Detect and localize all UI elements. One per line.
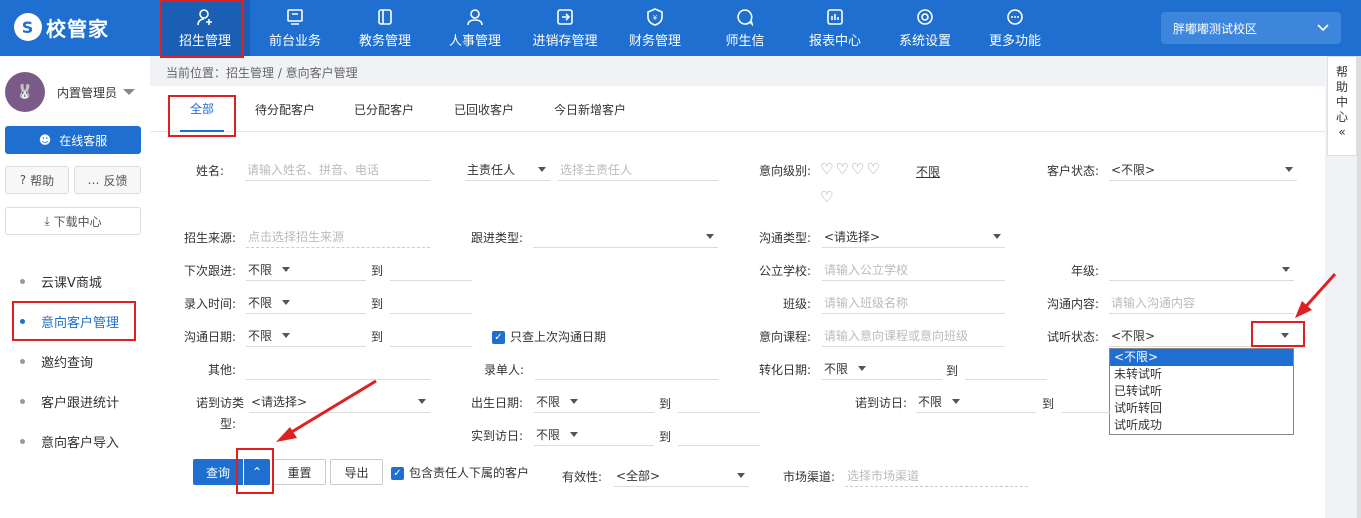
annotation-arrows [276,272,1337,442]
